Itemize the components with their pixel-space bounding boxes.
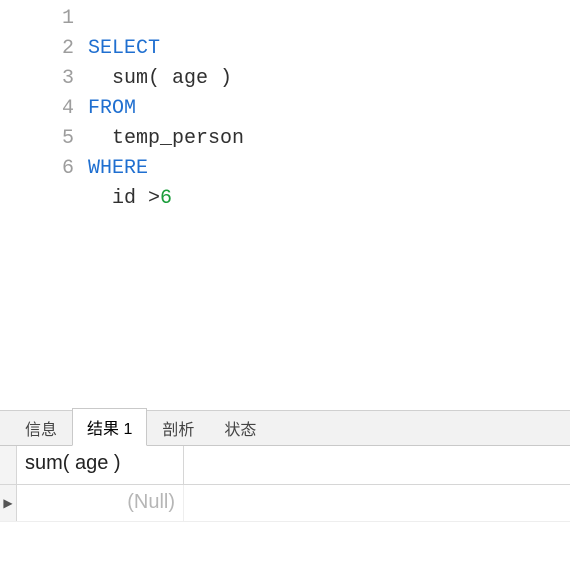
current-row-marker-icon: ▶ <box>0 485 17 521</box>
line-number: 2 <box>0 34 74 64</box>
line-number-gutter: 1 2 3 4 5 6 <box>0 0 88 410</box>
identifier <box>88 67 112 90</box>
identifier: sum <box>112 67 148 90</box>
tab-info[interactable]: 信息 <box>10 409 72 446</box>
code-editor[interactable]: 1 2 3 4 5 6 SELECT sum( age ) FROM temp_… <box>0 0 570 411</box>
code-line: SELECT <box>88 37 160 60</box>
line-number: 6 <box>0 154 74 184</box>
identifier: temp_person <box>88 127 244 150</box>
code-line: id >6 <box>88 187 172 210</box>
identifier: ( age ) <box>148 67 232 90</box>
code-content[interactable]: SELECT sum( age ) FROM temp_person WHERE… <box>88 0 570 410</box>
results-tabbar: 信息 结果 1 剖析 状态 <box>0 411 570 446</box>
number-literal: 6 <box>160 187 172 210</box>
cell-value[interactable]: (Null) <box>17 485 184 521</box>
column-header[interactable]: sum( age ) <box>17 446 184 484</box>
row-handle-header <box>0 446 17 484</box>
code-line: FROM <box>88 97 136 120</box>
line-number: 1 <box>0 4 74 34</box>
line-number: 3 <box>0 64 74 94</box>
code-line: sum( age ) <box>88 67 232 90</box>
line-number: 5 <box>0 124 74 154</box>
keyword: WHERE <box>88 157 148 180</box>
table-row[interactable]: ▶ (Null) <box>0 485 570 522</box>
grid-header-row: sum( age ) <box>0 446 570 485</box>
sql-tool-panel: 1 2 3 4 5 6 SELECT sum( age ) FROM temp_… <box>0 0 570 561</box>
identifier: id > <box>88 187 160 210</box>
keyword: FROM <box>88 97 136 120</box>
keyword: SELECT <box>88 37 160 60</box>
line-number: 4 <box>0 94 74 124</box>
tab-result1[interactable]: 结果 1 <box>72 408 147 446</box>
results-grid: sum( age ) ▶ (Null) <box>0 446 570 561</box>
tab-status[interactable]: 状态 <box>209 409 271 446</box>
tab-profile[interactable]: 剖析 <box>147 409 209 446</box>
code-line: WHERE <box>88 157 148 180</box>
code-line: temp_person <box>88 127 244 150</box>
